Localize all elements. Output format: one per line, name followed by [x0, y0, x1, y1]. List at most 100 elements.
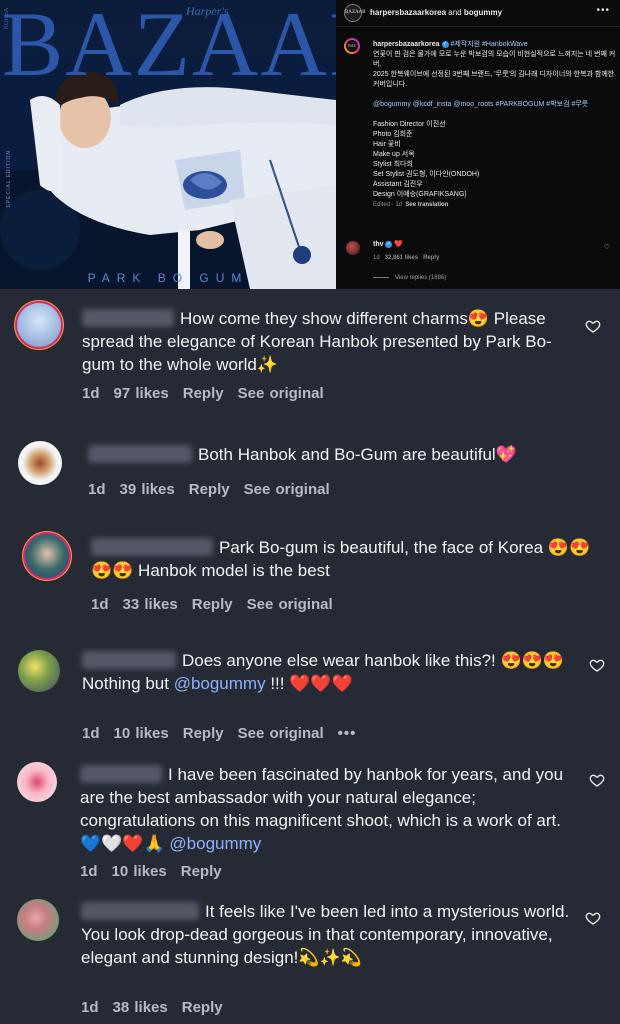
comment-time: 1d — [88, 481, 106, 498]
mention-link[interactable]: @bogummy — [174, 674, 266, 693]
top-comment-time: 1d — [373, 255, 380, 261]
verified-badge-icon: ✓ — [441, 40, 449, 48]
comment-body: Both Hanbok and Bo-Gum are beautiful💖 — [198, 445, 517, 464]
instagram-post-panel: BAZAAR harpersbazaarkorea and bogummy ••… — [336, 0, 620, 289]
blurred-username[interactable] — [82, 309, 174, 327]
more-options-icon[interactable]: ••• — [338, 725, 357, 742]
comment-time: 1d — [91, 596, 109, 613]
credit-line: Make up 서옥 — [373, 151, 415, 158]
comment-body-2: Nothing but — [82, 674, 174, 693]
reply-button[interactable]: Reply — [181, 863, 222, 880]
commenter-avatar[interactable] — [17, 762, 57, 802]
caption-tags[interactable]: @bogummy @kcdf_insta @moo_roots #PARKBOG… — [373, 100, 617, 110]
top-comment-likes[interactable]: 32,861 likes — [385, 255, 418, 261]
like-heart-icon[interactable]: ♡ — [604, 243, 610, 251]
comment-time: 1d — [82, 385, 100, 402]
comment-body-3: !!! ❤️❤️❤️ — [265, 674, 353, 693]
comment-item: Both Hanbok and Bo-Gum are beautiful💖 1d… — [0, 419, 620, 514]
credit-line: Photo 김희준 — [373, 131, 413, 138]
comment-body: Does anyone else wear hanbok like this?!… — [182, 651, 564, 670]
magazine-cover-image: BAZAAR Harper's KOREA SPECIAL EDITION PA… — [0, 0, 336, 289]
comment-time: 1d — [80, 863, 98, 880]
caption-meta: Edited · 1d See translation — [373, 200, 617, 210]
cover-masthead: BAZAAR — [2, 0, 336, 95]
caption-avatar[interactable]: BAZ — [344, 38, 360, 54]
comment-meta: 1d 97 likes Reply See original — [82, 385, 338, 402]
top-comment-reply[interactable]: Reply — [423, 255, 439, 261]
blurred-username[interactable] — [81, 902, 199, 920]
author-username[interactable]: harpersbazaarkorea — [370, 8, 446, 17]
view-replies-label: View replies (1886) — [395, 275, 447, 281]
blurred-username[interactable] — [80, 765, 162, 783]
see-translation-link[interactable]: See translation — [405, 202, 448, 208]
cover-harpers: Harper's — [186, 4, 229, 18]
commenter-avatar[interactable] — [18, 650, 60, 692]
see-original-button[interactable]: See original — [238, 725, 324, 742]
reply-button[interactable]: Reply — [183, 725, 224, 742]
commenter-avatar[interactable] — [18, 441, 62, 485]
blurred-username[interactable] — [82, 651, 176, 669]
account-avatar[interactable]: BAZAAR — [344, 4, 366, 22]
view-replies-link[interactable]: View replies (1886) — [373, 275, 446, 281]
comment-item: Does anyone else wear hanbok like this?!… — [0, 636, 620, 754]
blurred-username[interactable] — [91, 538, 213, 556]
comment-text: Park Bo-gum is beautiful, the face of Ko… — [91, 536, 591, 582]
caption-line-2: 2025 한복웨이브에 선정된 3번째 브랜드, '무룻'의 김나래 디자이너의… — [373, 71, 615, 88]
comment-text: Does anyone else wear hanbok like this?!… — [82, 649, 577, 695]
comment-likes[interactable]: 39 likes — [120, 481, 175, 498]
caption-edited-time: Edited · 1d — [373, 202, 403, 208]
comment-item: Park Bo-gum is beautiful, the face of Ko… — [0, 514, 620, 636]
comment-time: 1d — [82, 725, 100, 742]
commenter-avatar[interactable] — [25, 534, 69, 578]
comment-meta: 1d 39 likes Reply See original — [88, 481, 344, 498]
mention-link[interactable]: @bogummy — [169, 834, 261, 853]
comment-likes[interactable]: 38 likes — [113, 999, 168, 1016]
comment-body-2: You look drop-dead gorgeous in that cont… — [81, 925, 553, 967]
comment-body: It feels like I've been led into a myste… — [205, 902, 570, 921]
like-heart-icon[interactable] — [589, 772, 605, 788]
see-original-button[interactable]: See original — [244, 481, 330, 498]
top-comment-username[interactable]: thv — [373, 241, 384, 248]
top-comment-text: ❤️ — [394, 241, 404, 248]
reply-button[interactable]: Reply — [183, 385, 224, 402]
comment-item: How come they show different charms😍 Ple… — [0, 289, 620, 419]
see-original-button[interactable]: See original — [238, 385, 324, 402]
caption-hashtags[interactable]: #제작지원 #HanbokWave — [449, 41, 527, 48]
comment-likes[interactable]: 10 likes — [114, 725, 169, 742]
commenter-avatar[interactable] — [17, 303, 61, 347]
caption-username[interactable]: harpersbazaarkorea — [373, 41, 440, 48]
more-options-icon[interactable]: ••• — [596, 5, 610, 16]
like-heart-icon[interactable] — [585, 910, 601, 926]
see-original-button[interactable]: See original — [247, 596, 333, 613]
blurred-username[interactable] — [88, 445, 192, 463]
cover-model-name: PARK BO GUM — [87, 271, 249, 285]
cover-edition: SPECIAL EDITION — [6, 150, 12, 208]
like-heart-icon[interactable] — [589, 657, 605, 673]
credit-line: Stylist 최다희 — [373, 161, 413, 168]
caption-line-1: 연꽃이 핀 검은 물가에 모로 누운 박보검의 모습이 비현실적으로 느껴지는 … — [373, 51, 616, 68]
comment-likes[interactable]: 10 likes — [112, 863, 167, 880]
reply-button[interactable]: Reply — [182, 999, 223, 1016]
post-header: BAZAAR harpersbazaarkorea and bogummy ••… — [336, 0, 620, 27]
comment-text: How come they show different charms😍 Ple… — [82, 307, 577, 376]
comment-likes[interactable]: 97 likes — [114, 385, 169, 402]
credit-line: Fashion Director 이진선 — [373, 121, 446, 128]
top-comment-meta: 1d 32,861 likes Reply — [373, 255, 439, 261]
credit-line: Set Stylist 권도형, 이다인(ONDOH) — [373, 171, 480, 178]
caption-avatar-logo: BAZ — [346, 40, 358, 52]
comment-item: It feels like I've been led into a myste… — [0, 890, 620, 1024]
comment-likes[interactable]: 33 likes — [123, 596, 178, 613]
collab-username[interactable]: bogummy — [464, 8, 502, 17]
reply-button[interactable]: Reply — [189, 481, 230, 498]
post-authors[interactable]: harpersbazaarkorea and bogummy — [370, 8, 502, 17]
commenter-avatar[interactable] — [346, 241, 360, 255]
cover-korea: KOREA — [4, 8, 10, 30]
comment-text: Both Hanbok and Bo-Gum are beautiful💖 — [88, 443, 588, 466]
reply-button[interactable]: Reply — [192, 596, 233, 613]
commenter-avatar[interactable] — [17, 899, 59, 941]
comment-meta: 1d 38 likes Reply — [81, 999, 237, 1016]
like-heart-icon[interactable] — [585, 318, 601, 334]
comment-text: I have been fascinated by hanbok for yea… — [80, 763, 580, 855]
top-comment: thv ✓ ❤️ 1d 32,861 likes Reply ♡ — [344, 238, 620, 268]
top-comment-line: thv ✓ ❤️ — [373, 240, 403, 248]
